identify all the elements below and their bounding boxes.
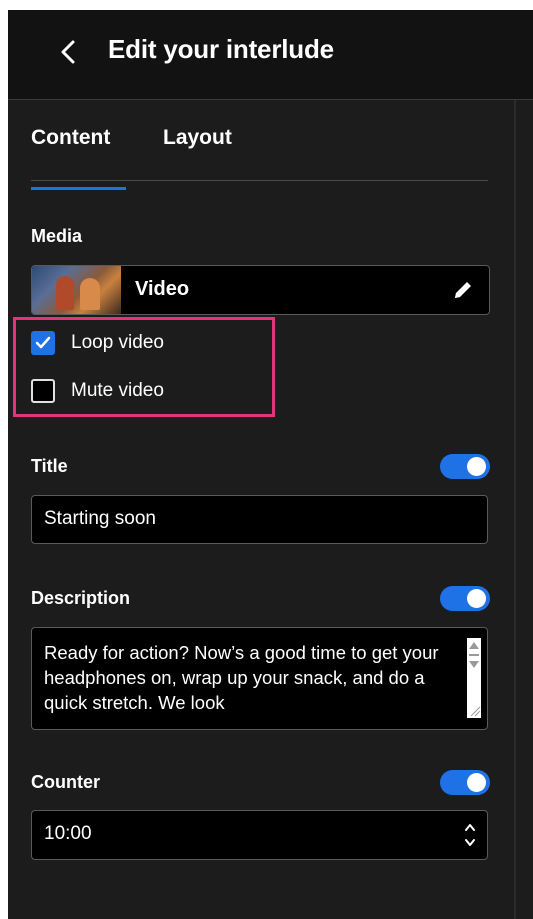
loop-video-option[interactable]: Loop video [31,329,164,357]
chevron-left-icon [61,40,75,64]
toggle-knob [467,457,486,476]
tab-content[interactable]: Content [31,126,126,190]
mute-video-checkbox[interactable] [31,379,55,403]
toggle-knob [467,589,486,608]
description-section-label: Description [31,588,131,608]
title-input-value: Starting soon [44,508,156,529]
mute-video-label: Mute video [71,380,164,401]
loop-video-label: Loop video [71,332,164,353]
media-section-label: Media [31,226,83,246]
panel-header: Edit your interlude [8,10,533,100]
loop-video-checkbox[interactable] [31,331,55,355]
tab-content-label: Content [31,126,111,149]
panel-divider [514,100,516,919]
counter-toggle[interactable] [440,770,490,795]
counter-section-label: Counter [31,772,100,792]
checkmark-icon [35,336,51,349]
video-thumbnail [32,266,121,314]
textarea-scrollbar[interactable] [467,638,481,718]
page-title: Edit your interlude [108,34,334,64]
tab-layout[interactable]: Layout [163,126,232,150]
media-card[interactable]: Video [31,265,490,315]
description-text: Ready for action? Now’s a good time to g… [44,642,439,713]
toggle-knob [467,773,486,792]
pencil-icon[interactable] [451,278,475,302]
description-toggle[interactable] [440,586,490,611]
title-section-label: Title [31,456,68,476]
title-input[interactable]: Starting soon [31,495,488,544]
media-type-label: Video [135,278,190,300]
active-tab-indicator [31,187,126,190]
mute-video-option[interactable]: Mute video [31,377,164,405]
description-textarea[interactable]: Ready for action? Now’s a good time to g… [31,627,488,730]
back-button[interactable] [54,36,82,68]
tab-layout-label: Layout [163,126,232,149]
interlude-editor-panel: Edit your interlude Content Layout Media… [8,10,533,919]
spinner-icon[interactable] [463,820,477,850]
counter-input[interactable]: 10:00 [31,810,488,860]
title-toggle[interactable] [440,454,490,479]
tab-bar: Content Layout [31,126,488,190]
counter-value: 10:00 [44,823,92,844]
